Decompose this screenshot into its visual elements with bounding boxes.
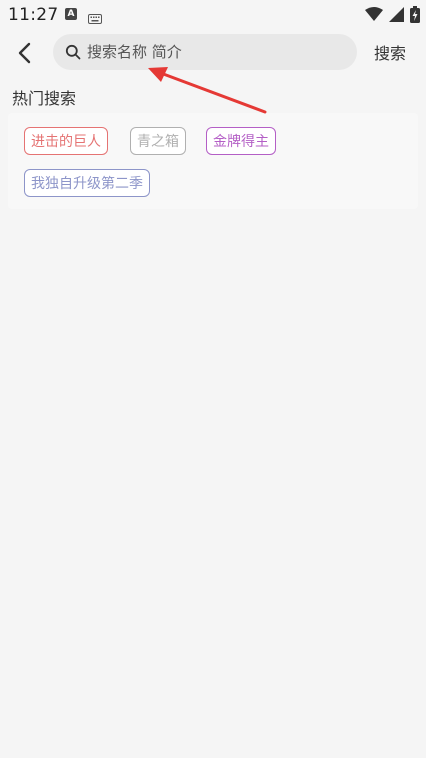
hot-tag-jinji-de-juren[interactable]: 进击的巨人 xyxy=(24,127,108,155)
hot-tag-label: 进击的巨人 xyxy=(31,134,101,150)
keyboard-icon xyxy=(88,9,102,28)
hot-search-title: 热门搜索 xyxy=(12,89,77,108)
hot-tag-label: 我独自升级第二季 xyxy=(31,176,143,192)
annotation-arrow-icon xyxy=(148,67,267,114)
battery-charging-icon xyxy=(410,6,420,27)
search-screen: 11:27 A 搜索名称 简介 搜索 热门搜索 进击的巨人 青之箱 金牌得主 我… xyxy=(0,0,426,758)
status-bar: 11:27 A xyxy=(0,0,426,30)
hot-tag-wo-duzi-shengji[interactable]: 我独自升级第二季 xyxy=(24,169,150,197)
hot-tag-label: 金牌得主 xyxy=(213,134,269,150)
back-button[interactable] xyxy=(12,39,38,67)
signal-icon xyxy=(389,7,404,26)
hot-tag-jinpai-dezhu[interactable]: 金牌得主 xyxy=(206,127,276,155)
wifi-icon xyxy=(365,7,383,26)
hot-search-tags: 进击的巨人 青之箱 金牌得主 我独自升级第二季 xyxy=(8,113,418,209)
chevron-left-icon xyxy=(18,42,31,64)
hot-tag-qing-zhi-xiang[interactable]: 青之箱 xyxy=(130,127,186,155)
search-icon xyxy=(65,44,81,60)
hot-tag-label: 青之箱 xyxy=(137,134,179,150)
a-app-icon: A xyxy=(65,8,77,20)
status-time: 11:27 xyxy=(8,5,59,25)
search-button[interactable]: 搜索 xyxy=(374,40,406,64)
search-input[interactable] xyxy=(85,42,339,62)
